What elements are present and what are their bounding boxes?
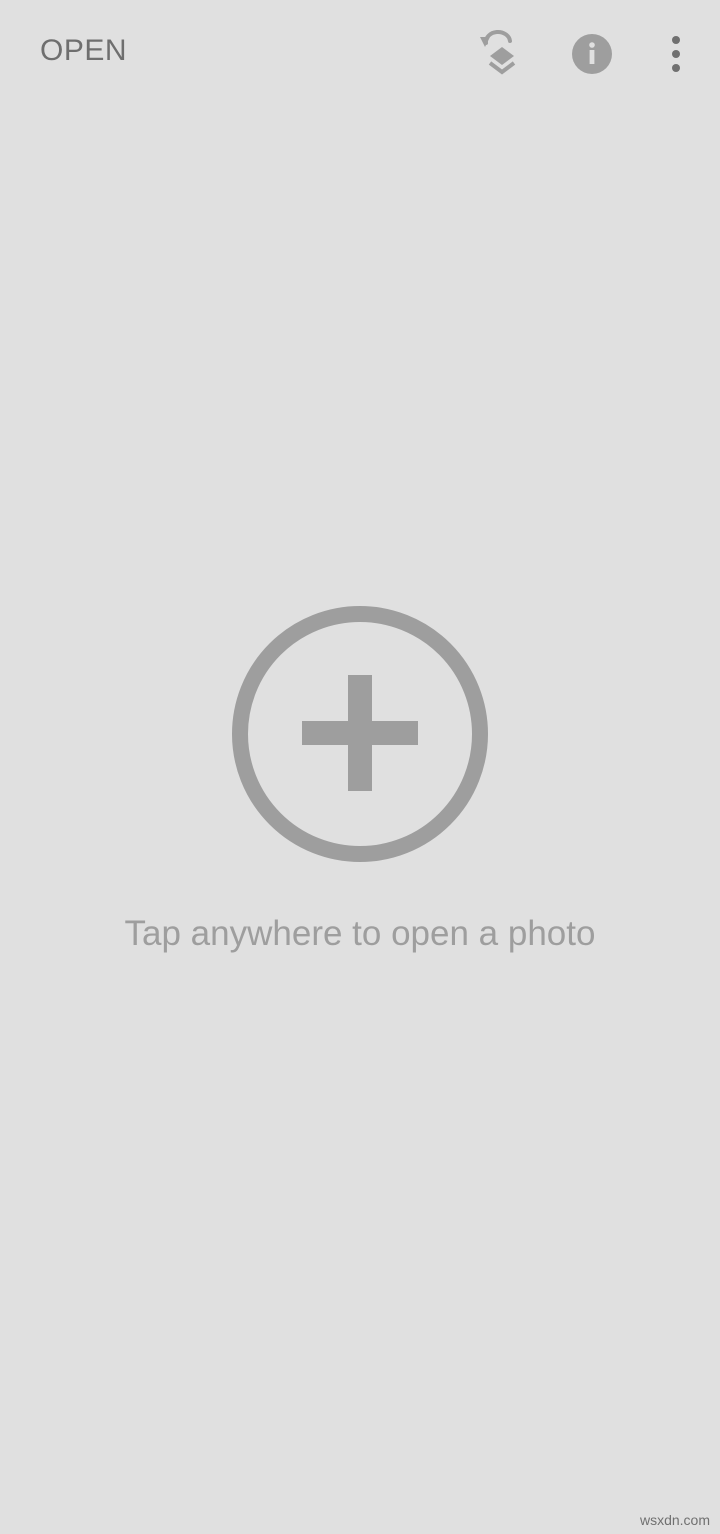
more-vert-icon: [672, 36, 680, 72]
info-icon: [572, 34, 612, 74]
add-circle-icon: [232, 606, 488, 862]
stack-revert-button[interactable]: [468, 26, 524, 82]
info-button[interactable]: [564, 26, 620, 82]
top-toolbar: OPEN: [0, 0, 720, 108]
open-button[interactable]: OPEN: [40, 34, 127, 68]
more-options-button[interactable]: [648, 26, 704, 82]
stack-revert-icon: [480, 30, 516, 75]
watermark: wsxdn.com: [639, 1512, 710, 1528]
open-photo-area[interactable]: Tap anywhere to open a photo: [0, 108, 720, 1534]
open-photo-prompt: Tap anywhere to open a photo: [124, 914, 596, 953]
